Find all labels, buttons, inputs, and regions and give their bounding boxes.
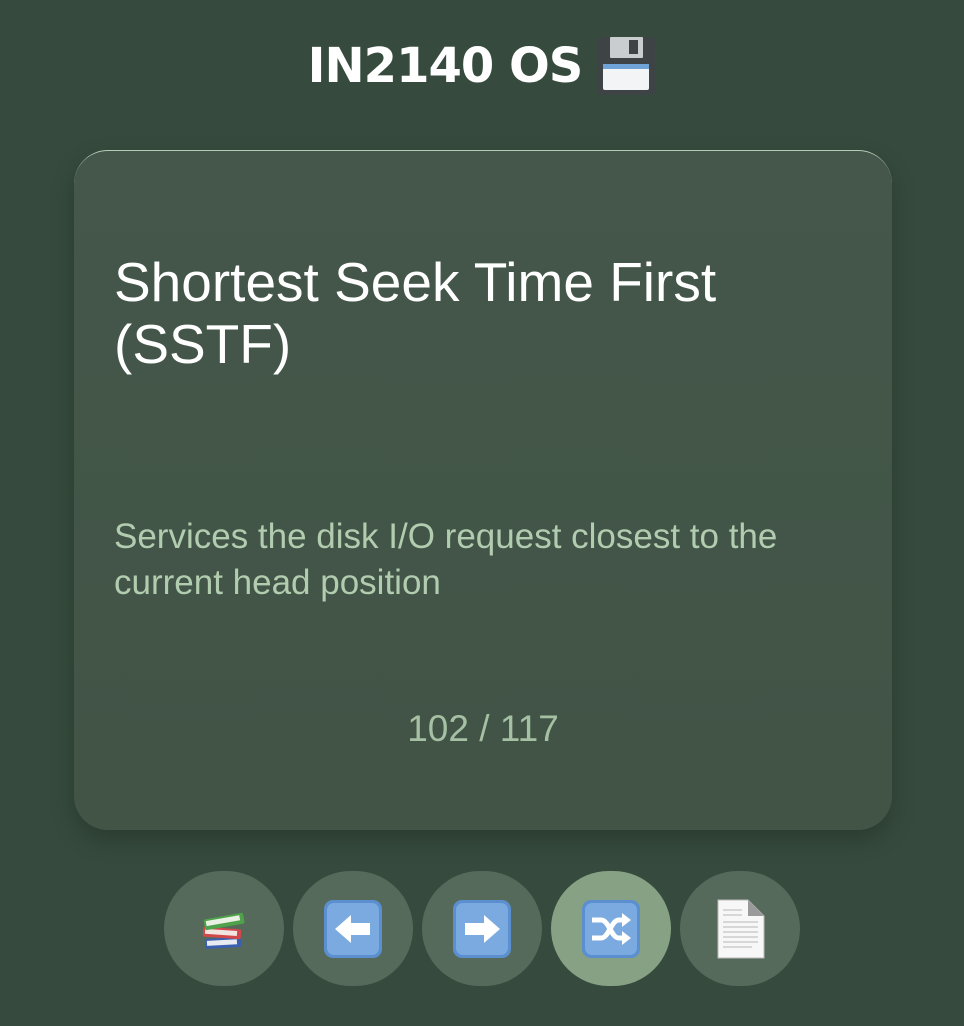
app-title: IN2140 OS <box>307 38 584 94</box>
right-arrow-icon <box>453 899 511 958</box>
flashcard[interactable]: Shortest Seek Time First (SSTF) Services… <box>74 150 892 830</box>
previous-button[interactable] <box>293 871 413 986</box>
left-arrow-icon <box>324 899 382 958</box>
card-term: Shortest Seek Time First (SSTF) <box>114 251 717 375</box>
books-icon <box>202 912 245 949</box>
decks-button[interactable] <box>164 871 284 986</box>
next-button[interactable] <box>422 871 542 986</box>
app-header: IN2140 OS <box>0 30 964 102</box>
controls-bar <box>0 871 964 986</box>
shuffle-icon <box>582 899 640 958</box>
floppy-disk-icon <box>596 36 656 96</box>
document-icon <box>717 899 765 958</box>
card-definition: Services the disk I/O request closest to… <box>114 517 778 602</box>
shuffle-button[interactable] <box>551 871 671 986</box>
document-button[interactable] <box>680 871 800 986</box>
card-counter: 102 / 117 <box>407 708 559 749</box>
